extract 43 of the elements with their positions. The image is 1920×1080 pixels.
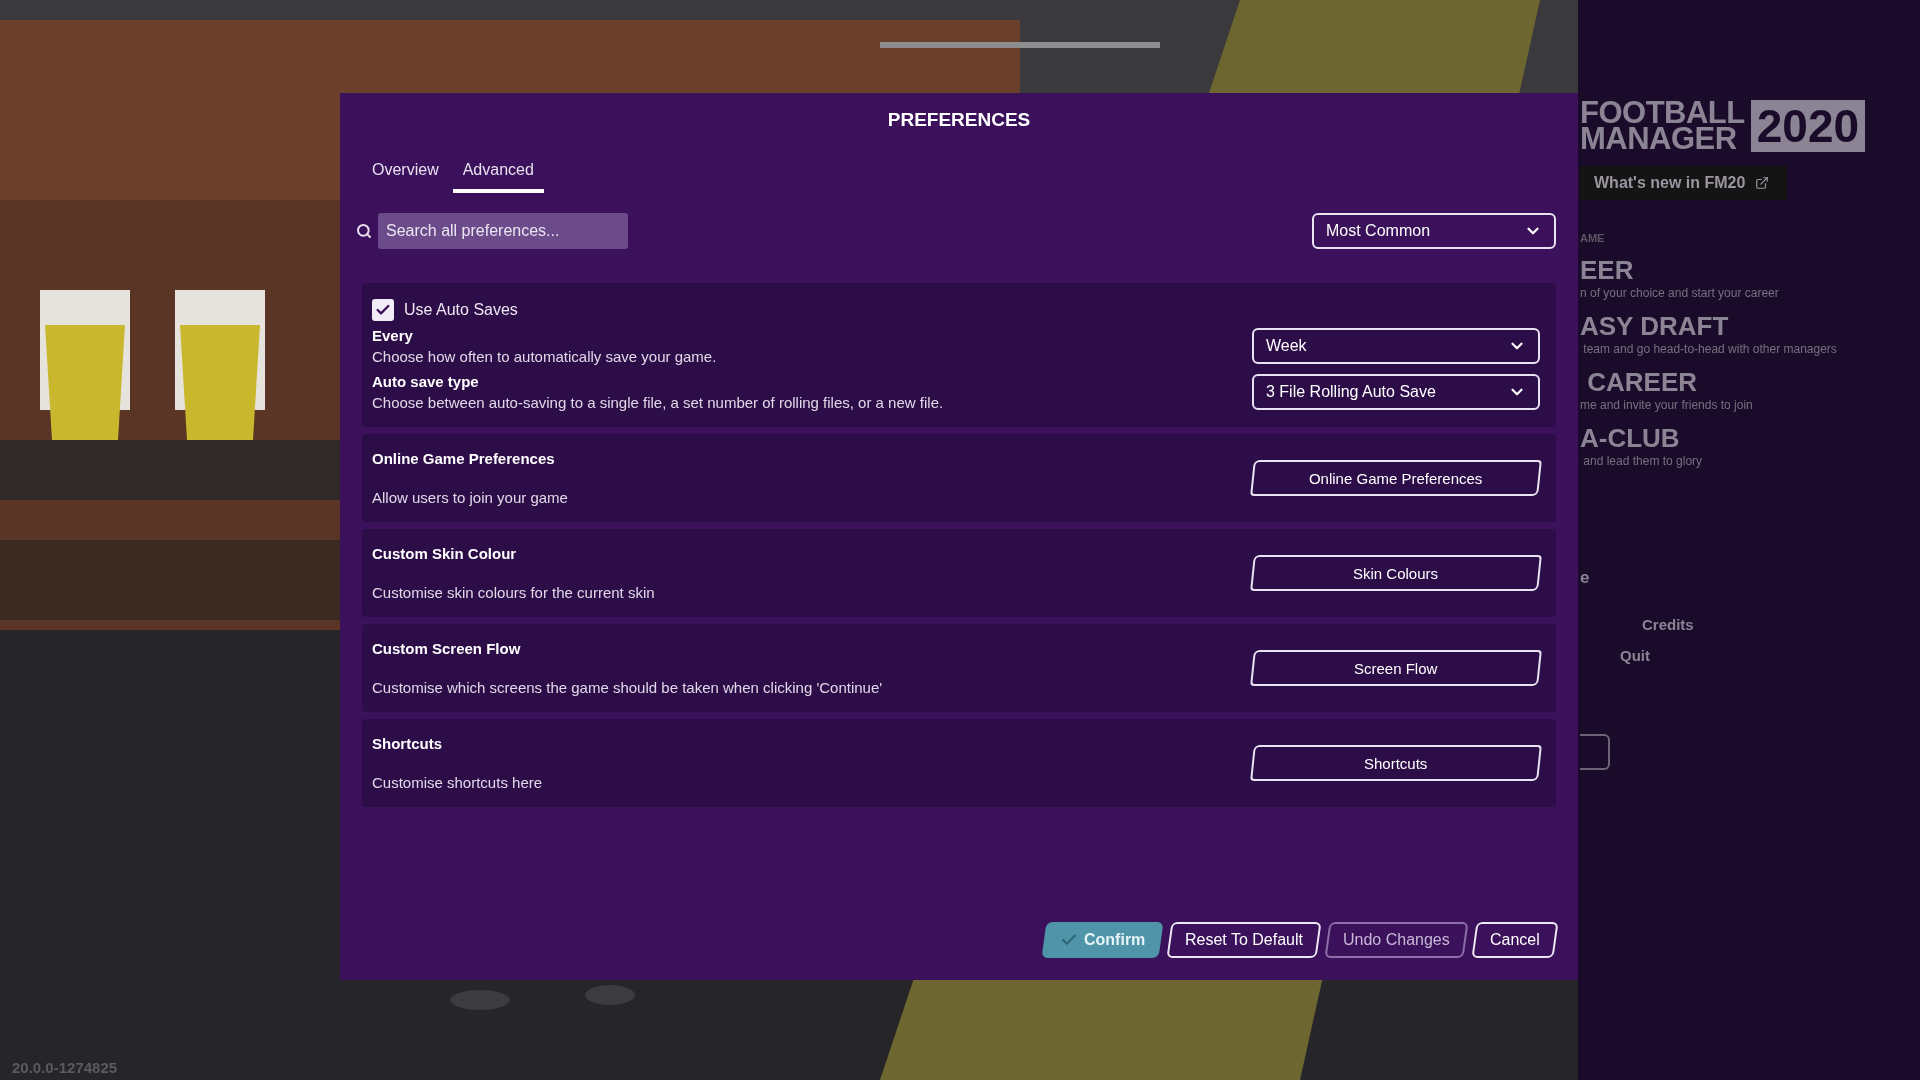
section-label: AME (1580, 232, 1606, 244)
menu-item-title[interactable]: EER (1580, 254, 1920, 286)
setting-description: Customise skin colours for the current skin (372, 584, 655, 601)
whats-new-link[interactable]: What's new in FM20 (1580, 166, 1788, 200)
menu-item-subtitle: n of your choice and start your career (1580, 286, 1780, 300)
external-link-icon (1755, 176, 1770, 190)
setting-title: Auto save type (372, 373, 480, 390)
menu-item-title[interactable]: A-CLUB (1580, 422, 1920, 454)
setting-description: Allow users to join your game (372, 489, 568, 506)
checkbox[interactable] (372, 299, 394, 321)
setting-button[interactable]: Online Game Preferences (1250, 460, 1542, 496)
filter-dropdown[interactable]: Most Common (1312, 213, 1556, 249)
checkbox-label: Use Auto Saves (404, 301, 518, 319)
dialog-button[interactable]: Cancel (1471, 922, 1559, 958)
setting-button[interactable]: Skin Colours (1250, 555, 1542, 591)
menu-item-title[interactable]: ASY DRAFT (1580, 310, 1920, 342)
menu-item-title[interactable]: CAREER (1580, 366, 1920, 398)
setting-description: Customise which screens the game should be taken when clicking 'Continue' (372, 679, 883, 696)
setting-title: Every (372, 327, 414, 344)
setting-description: Customise shortcuts here (372, 774, 543, 791)
setting-description: Choose between auto-saving to a single file, a set number of rolling files, or a new file. (372, 394, 944, 411)
setting-title: Custom Screen Flow (372, 640, 522, 657)
setting-title: Custom Skin Colour (372, 545, 518, 562)
setting-dropdown[interactable]: 3 File Rolling Auto Save (1252, 374, 1540, 410)
dialog-title: PREFERENCES (886, 109, 1032, 131)
setting-button[interactable]: Screen Flow (1250, 650, 1542, 686)
menu-button[interactable] (1580, 734, 1610, 770)
menu-link[interactable]: Quit (1620, 647, 1920, 664)
setting-title: Online Game Preferences (372, 450, 556, 467)
menu-item-subtitle: team and go head-to-head with other managers (1582, 342, 1838, 356)
setting-dropdown[interactable]: Week (1252, 328, 1540, 364)
setting-description: Choose how often to automatically save your game. (372, 348, 717, 365)
menu-item-subtitle: me and invite your friends to join (1580, 398, 1754, 412)
menu-link[interactable]: Credits (1642, 616, 1920, 633)
search-field[interactable]: Search all preferences... (378, 213, 628, 249)
menu-item-title[interactable]: e (1580, 568, 1920, 588)
search-icon (356, 223, 372, 239)
tab[interactable]: Overview (362, 161, 449, 193)
dialog-button[interactable]: Reset To Default (1166, 922, 1322, 958)
setting-button[interactable]: Shortcuts (1250, 745, 1542, 781)
setting-title: Shortcuts (372, 735, 443, 752)
tab[interactable]: Advanced (452, 161, 544, 193)
menu-item-subtitle: and lead them to glory (1582, 454, 1704, 468)
